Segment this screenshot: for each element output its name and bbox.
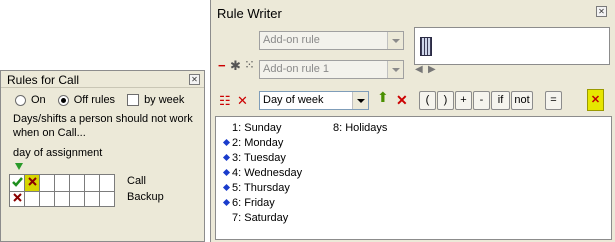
asterisk-icon[interactable]: ✱: [230, 58, 241, 74]
grid-cell-excluded[interactable]: [24, 174, 40, 192]
x-mark-icon: [27, 177, 37, 186]
if-button[interactable]: if: [491, 91, 510, 110]
panel-titlebar: Rules for Call ✕: [1, 71, 204, 88]
list-item[interactable]: 2: Monday: [222, 136, 283, 151]
grid-cell[interactable]: [39, 174, 55, 192]
rule-grid: [9, 174, 115, 207]
equals-button[interactable]: =: [545, 91, 562, 110]
list-item[interactable]: 8: Holidays: [333, 121, 387, 136]
x-mark-icon: [12, 193, 22, 202]
panel-titlebar: Rule Writer ✕: [211, 0, 615, 26]
add-item-icon[interactable]: ⬆: [377, 89, 389, 106]
addon-rule-1-select-value: Add-on rule 1: [263, 63, 330, 75]
minus-button[interactable]: -: [473, 91, 490, 110]
list-item[interactable]: 4: Wednesday: [222, 166, 302, 181]
by-week-label: by week: [144, 94, 185, 106]
rule-description: Days/shifts a person should not work whe…: [13, 113, 193, 139]
grid-cell[interactable]: [54, 174, 70, 192]
grid-cell[interactable]: [84, 191, 100, 207]
off-rules-radio-label: Off rules: [73, 94, 116, 106]
condition-select-value: Day of week: [263, 94, 324, 106]
rules-for-call-panel: Rules for Call ✕ On Off rules by week Da…: [0, 70, 205, 242]
panel-title: Rules for Call: [7, 73, 80, 87]
grid-cell[interactable]: [69, 191, 85, 207]
rule-writer-panel: Rule Writer ✕ Add-on rule − ✱ ⁙ Add-on r…: [210, 0, 615, 242]
open-paren-button[interactable]: (: [419, 91, 436, 110]
arrow-left-icon[interactable]: ◀: [415, 64, 423, 75]
day-of-assignment-marker-icon: [15, 163, 23, 170]
addon-rule-1-select[interactable]: Add-on rule 1: [259, 60, 404, 79]
list-item[interactable]: 5: Thursday: [222, 181, 290, 196]
grid-row-backup: [9, 191, 115, 207]
on-radio-label: On: [31, 94, 46, 106]
addon-rule-select-value: Add-on rule: [263, 34, 320, 46]
rule-mode-options: On Off rules by week: [15, 93, 196, 107]
check-icon: [11, 177, 23, 187]
rule-preview-box: [414, 27, 610, 65]
by-week-checkbox-option[interactable]: by week: [127, 94, 184, 106]
chevron-down-icon[interactable]: [387, 32, 403, 49]
marker-icon: [222, 198, 231, 207]
marker-icon: [222, 153, 231, 162]
grid-cell[interactable]: [54, 191, 70, 207]
arrow-right-icon[interactable]: ▶: [428, 64, 436, 75]
panel-title: Rule Writer: [217, 6, 282, 21]
by-week-checkbox[interactable]: [127, 94, 140, 106]
chevron-down-icon[interactable]: [352, 92, 368, 109]
grid-cell-excluded[interactable]: [9, 191, 25, 207]
marker-icon: [222, 138, 231, 147]
on-radio[interactable]: [15, 94, 26, 106]
grid-cell[interactable]: [99, 191, 115, 207]
grid-cell[interactable]: [84, 174, 100, 192]
close-icon[interactable]: ✕: [596, 6, 607, 17]
calendar-icon: [420, 37, 432, 56]
off-rules-radio[interactable]: [57, 94, 69, 106]
day-of-week-list: 1: Sunday 2: Monday 3: Tuesday 4: Wednes…: [215, 116, 612, 240]
list-item[interactable]: 7: Saturday: [224, 211, 288, 226]
grid-cell[interactable]: [24, 191, 40, 207]
grid-cell-checked[interactable]: [9, 174, 25, 192]
minus-icon[interactable]: −: [218, 58, 226, 73]
on-radio-option[interactable]: On: [15, 94, 46, 106]
close-icon[interactable]: ✕: [189, 74, 200, 85]
off-rules-radio-option[interactable]: Off rules: [57, 94, 116, 106]
close-paren-button[interactable]: ): [437, 91, 454, 110]
list-rules-icon[interactable]: ☷: [219, 93, 231, 109]
grid-cell[interactable]: [69, 174, 85, 192]
delete-icon[interactable]: ✕: [396, 92, 408, 109]
grid-row-call: [9, 174, 115, 192]
addon-rule-select[interactable]: Add-on rule: [259, 31, 404, 50]
grid-cell[interactable]: [39, 191, 55, 207]
remove-rule-icon[interactable]: ✕: [587, 89, 604, 111]
grid-cell[interactable]: [99, 174, 115, 192]
list-item[interactable]: 3: Tuesday: [222, 151, 286, 166]
grip-icon[interactable]: ⁙: [244, 57, 255, 73]
plus-button[interactable]: +: [455, 91, 472, 110]
not-button[interactable]: not: [511, 91, 533, 110]
list-item[interactable]: 1: Sunday: [224, 121, 282, 136]
marker-icon: [222, 168, 231, 177]
clear-icon[interactable]: ✕: [237, 93, 248, 109]
chevron-down-icon[interactable]: [387, 61, 403, 78]
marker-icon: [222, 183, 231, 192]
condition-select[interactable]: Day of week: [259, 91, 369, 110]
list-item[interactable]: 6: Friday: [222, 196, 275, 211]
day-of-assignment-label: day of assignment: [13, 147, 103, 159]
row-label-call: Call: [127, 175, 146, 187]
row-label-backup: Backup: [127, 191, 164, 203]
